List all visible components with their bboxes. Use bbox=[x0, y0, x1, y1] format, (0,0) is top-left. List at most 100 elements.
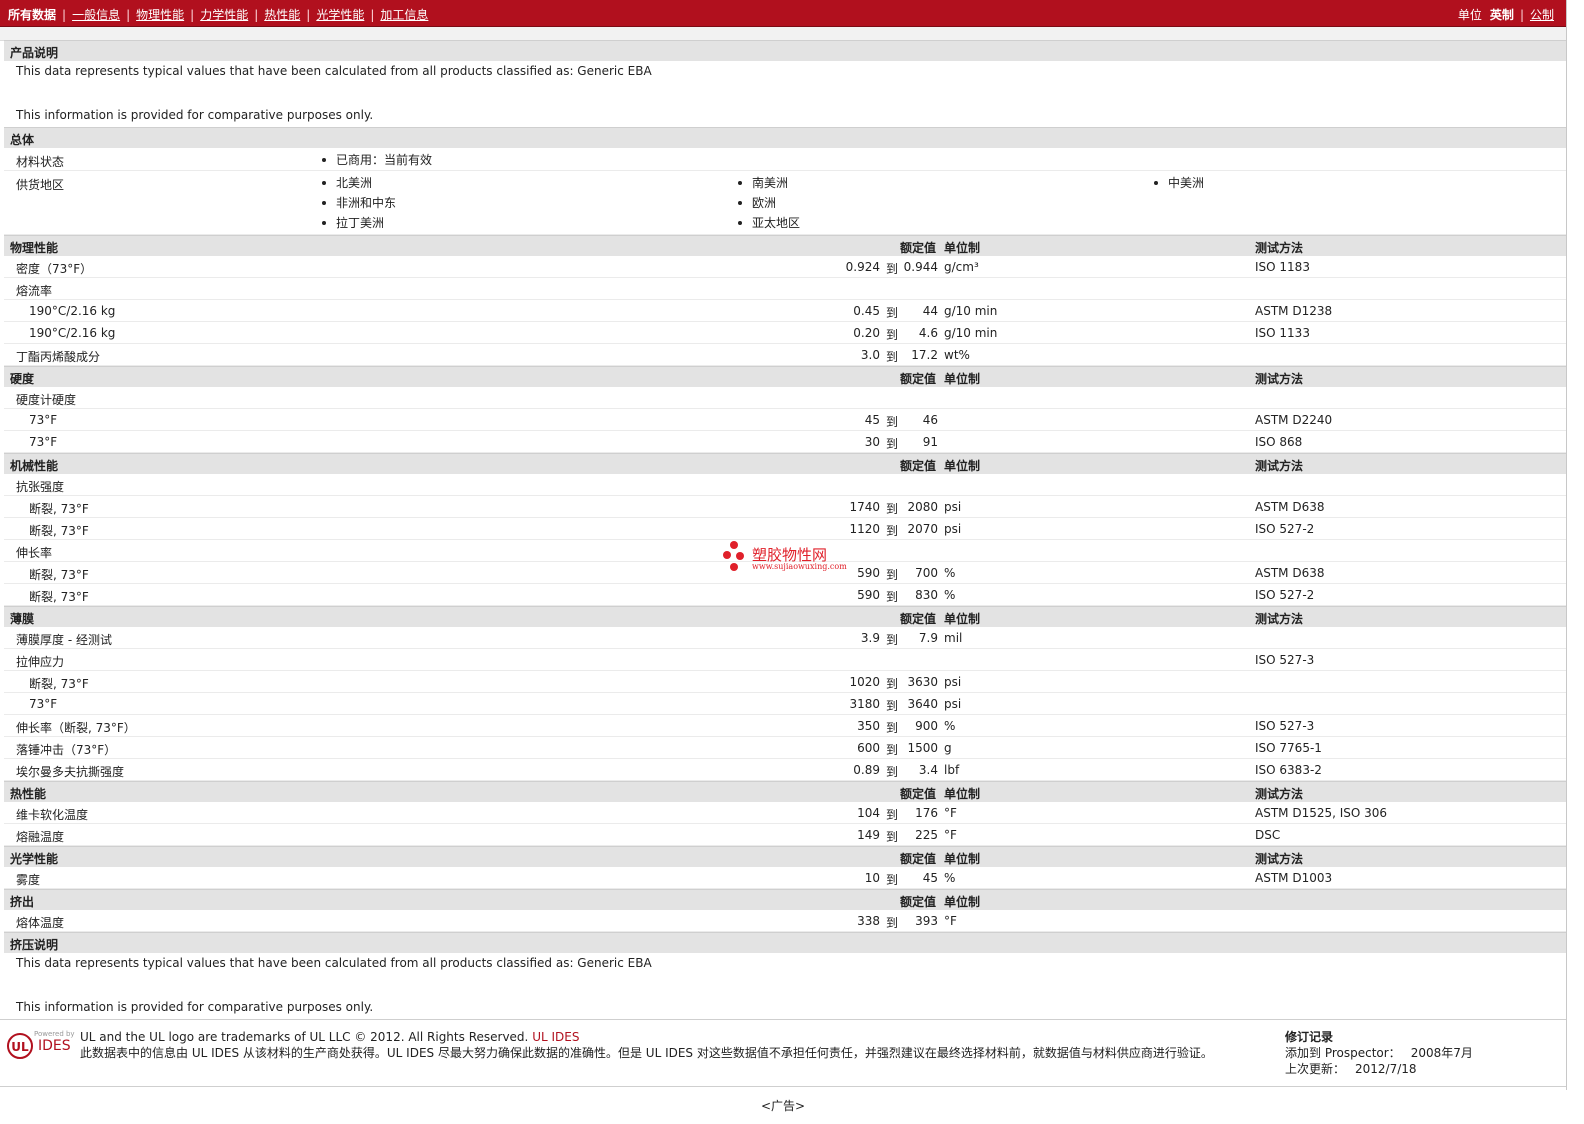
range-to: 到 bbox=[886, 524, 899, 538]
property-row: 抗张强度 bbox=[4, 474, 1566, 496]
material-status-label: 材料状态 bbox=[16, 155, 65, 169]
tab-optical[interactable]: 光学性能 bbox=[316, 8, 364, 22]
header-unit: 单位制 bbox=[944, 852, 981, 866]
value-min: 30 bbox=[864, 435, 880, 449]
svg-text:UL: UL bbox=[11, 1040, 29, 1054]
disclaimer-text: 此数据表中的信息由 UL IDES 从该材料的生产商处获得。UL IDES 尽最… bbox=[80, 1046, 1213, 1060]
section-optical: 光学性能 额定值 单位制 测试方法 bbox=[4, 846, 1566, 867]
tab-mechanical[interactable]: 力学性能 bbox=[200, 8, 248, 22]
property-label: 伸长率（断裂, 73°F） bbox=[16, 721, 136, 735]
header-nominal: 额定值 bbox=[899, 459, 936, 473]
tab-processing[interactable]: 加工信息 bbox=[380, 8, 428, 22]
value-max: 17.2 bbox=[911, 348, 938, 362]
range-to: 到 bbox=[886, 721, 899, 735]
test-method: DSC bbox=[1255, 828, 1281, 842]
property-row: 丁酯丙烯酸成分 3.0 到 17.2 wt% bbox=[4, 344, 1566, 366]
section-title: 光学性能 bbox=[10, 852, 59, 866]
test-method: ISO 527-2 bbox=[1255, 522, 1315, 536]
value-max: 225 bbox=[915, 828, 938, 842]
trademark-line: UL and the UL logo are trademarks of UL … bbox=[80, 1030, 579, 1044]
datasheet: 产品说明 This data represents typical values… bbox=[4, 40, 1566, 1019]
revision-updated: 上次更新： 2012/7/18 bbox=[1285, 1061, 1473, 1077]
ul-ides-logo: UL Powered by IDES bbox=[6, 1030, 76, 1060]
value-max: 830 bbox=[915, 588, 938, 602]
supply-region-label: 供货地区 bbox=[16, 178, 65, 192]
test-method: ISO 868 bbox=[1255, 435, 1303, 449]
text-gap bbox=[4, 83, 1566, 105]
footer-divider bbox=[0, 1086, 1566, 1087]
tab-all-data[interactable]: 所有数据 bbox=[8, 8, 56, 22]
section-thermal: 热性能 额定值 单位制 测试方法 bbox=[4, 781, 1566, 802]
range-to: 到 bbox=[886, 873, 899, 887]
property-row: 熔体温度 338 到 393 °F bbox=[4, 910, 1566, 932]
test-method: ISO 527-3 bbox=[1255, 653, 1315, 667]
test-method: ISO 6383-2 bbox=[1255, 763, 1322, 777]
tab-general-info[interactable]: 一般信息 bbox=[72, 8, 120, 22]
test-method: ISO 1133 bbox=[1255, 326, 1310, 340]
optical-rows: 雾度 10 到 45% ASTM D1003 bbox=[4, 867, 1566, 889]
property-row: 薄膜厚度 - 经测试 3.9 到 7.9 mil bbox=[4, 627, 1566, 649]
text-gap bbox=[4, 975, 1566, 997]
property-row: 190°C/2.16 kg 0.45 到 44 g/10 min ASTM D1238 bbox=[4, 300, 1566, 322]
updated-label: 上次更新： bbox=[1285, 1062, 1346, 1076]
value-max: 46 bbox=[922, 413, 938, 427]
ad-label[interactable]: <广告> bbox=[0, 1097, 1566, 1114]
value-max: 1500 bbox=[907, 741, 938, 755]
section-title: 薄膜 bbox=[10, 612, 35, 626]
powered-by-text: Powered by bbox=[34, 1030, 75, 1038]
ides-brand: IDES bbox=[38, 1038, 71, 1054]
section-title: 产品说明 bbox=[10, 46, 59, 60]
film-rows: 薄膜厚度 - 经测试 3.9 到 7.9 mil 拉伸应力 ISO 527-3 断裂, 73°… bbox=[4, 627, 1566, 781]
range-to: 到 bbox=[886, 350, 899, 364]
supply-region-row: 供货地区 北美洲 非洲和中东 拉丁美洲 南美洲 欧洲 亚太地区 中美洲 bbox=[4, 171, 1566, 235]
property-label: 断裂, 73°F bbox=[29, 568, 89, 582]
value-max: 393 bbox=[915, 914, 938, 928]
section-extrusion-note: 挤压说明 bbox=[4, 932, 1566, 953]
region-list-col1: 北美洲 非洲和中东 拉丁美洲 bbox=[322, 175, 396, 235]
page-right-border bbox=[1566, 0, 1567, 1090]
tab-physical[interactable]: 物理性能 bbox=[136, 8, 184, 22]
value-min: 104 bbox=[857, 806, 880, 820]
site-watermark: 塑胶物性网 www.sujiaowuxing.com bbox=[722, 540, 862, 576]
property-label: 断裂, 73°F bbox=[29, 524, 89, 538]
header-unit: 单位制 bbox=[944, 372, 981, 386]
range-to: 到 bbox=[886, 633, 899, 647]
unit-value: lbf bbox=[944, 763, 960, 777]
value-min: 3180 bbox=[849, 697, 880, 711]
revision-title: 修订记录 bbox=[1285, 1030, 1334, 1044]
unit-value: psi bbox=[944, 522, 962, 536]
extrusion-note-line2: This information is provided for compara… bbox=[16, 1000, 374, 1014]
range-to: 到 bbox=[886, 765, 899, 779]
value-min: 600 bbox=[857, 741, 880, 755]
unit-value: psi bbox=[944, 500, 962, 514]
value-min: 1120 bbox=[849, 522, 880, 536]
section-title: 机械性能 bbox=[10, 459, 59, 473]
extrusion-rows: 熔体温度 338 到 393 °F bbox=[4, 910, 1566, 932]
section-product-description: 产品说明 bbox=[4, 40, 1566, 61]
value-min: 338 bbox=[857, 914, 880, 928]
region-item: 非洲和中东 bbox=[322, 195, 396, 215]
property-label: 落锤冲击（73°F） bbox=[16, 743, 117, 757]
unit-imperial[interactable]: 英制 bbox=[1490, 8, 1514, 22]
unit-value: g/cm³ bbox=[944, 260, 979, 274]
header-unit: 单位制 bbox=[944, 787, 981, 801]
value-max: 44 bbox=[922, 304, 938, 318]
value-min: 3.0 bbox=[860, 348, 880, 362]
tab-thermal[interactable]: 热性能 bbox=[264, 8, 300, 22]
tab-separator: | bbox=[370, 8, 375, 22]
value-min: 45 bbox=[864, 413, 880, 427]
value-max: 91 bbox=[922, 435, 938, 449]
unit-value: % bbox=[944, 871, 956, 885]
unit-value: % bbox=[944, 566, 956, 580]
tab-separator: | bbox=[254, 8, 259, 22]
test-method: ASTM D638 bbox=[1255, 566, 1325, 580]
unit-metric-link[interactable]: 公制 bbox=[1530, 8, 1554, 22]
material-status-value: 已商用：当前有效 bbox=[322, 152, 432, 172]
property-row: 伸长率（断裂, 73°F） 350 到 900% ISO 527-3 bbox=[4, 715, 1566, 737]
range-to: 到 bbox=[886, 568, 899, 582]
section-mechanical: 机械性能 额定值 单位制 测试方法 bbox=[4, 453, 1566, 474]
section-film: 薄膜 额定值 单位制 测试方法 bbox=[4, 606, 1566, 627]
value-max: 0.944 bbox=[903, 260, 938, 274]
property-label: 硬度计硬度 bbox=[16, 393, 77, 407]
ul-ides-link[interactable]: UL IDES bbox=[532, 1030, 579, 1044]
